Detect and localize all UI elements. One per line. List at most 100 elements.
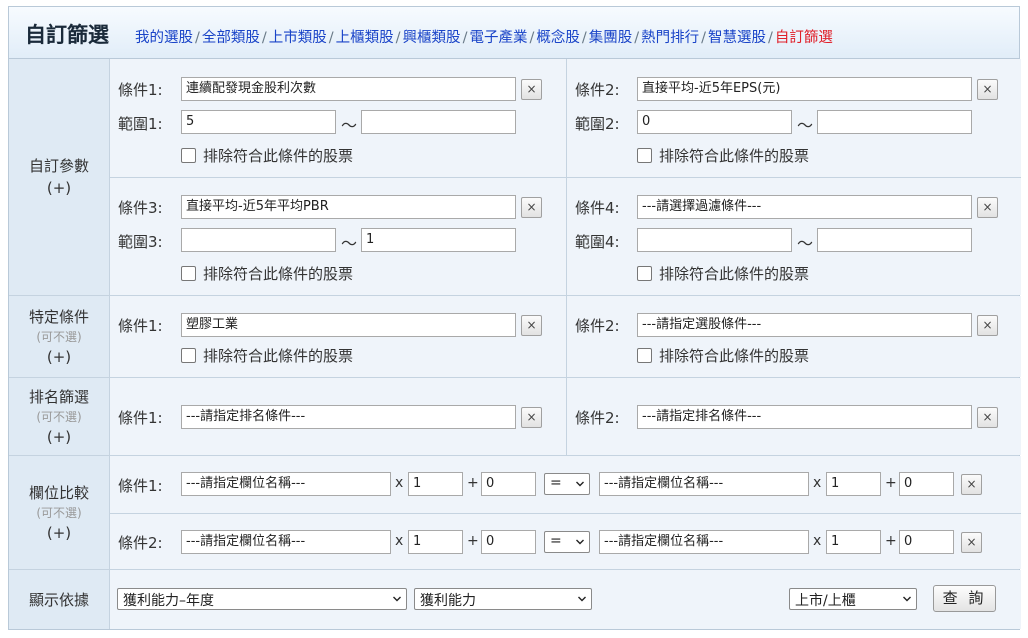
nav-custom-screener[interactable]: 自訂篩選 [775,30,833,46]
condition-select[interactable]: ---請指定選股條件--- [637,313,972,337]
chevron-down-icon [578,596,586,602]
page-title: 自訂篩選 [25,23,109,47]
exclude-label: 排除符合此條件的股票 [203,265,354,283]
nav-listed-sectors[interactable]: 上市類股 [269,30,327,46]
add-condition-button[interactable]: (+) [9,522,109,544]
range-max-input[interactable] [361,110,516,134]
range-separator: 〜 [797,116,814,135]
left-offset-input[interactable]: 0 [481,530,536,554]
nav-all-sectors[interactable]: 全部類股 [202,30,260,46]
right-multiplier-input[interactable]: 1 [826,472,881,496]
chevron-down-icon [903,596,911,602]
category-nav: 我的選股 / 全部類股 / 上市類股 / 上櫃類股 / 興櫃類股 / 電子產業 / 概念股 / 集團股 / 熱門… [135,26,833,47]
operator-value: = [550,533,562,549]
ranking-section: 排名篩選 (可不選) (+) 條件1: ---請指定排名條件--- × 條件2:… [9,378,1021,456]
clear-condition-button[interactable]: × [521,315,542,336]
nav-group-stocks[interactable]: 集團股 [589,30,633,46]
condition-label: 條件2: [575,81,620,99]
display-category-select[interactable]: 獲利能力–年度 [117,588,407,610]
rank-condition-2: 條件2: ---請指定排名條件--- × [566,378,1021,455]
add-condition-button[interactable]: (+) [9,346,109,368]
range-separator: 〜 [341,234,358,253]
condition-label: 條件1: [118,317,163,335]
range-min-input[interactable] [637,228,792,252]
nav-separator: / [462,30,468,46]
nav-smart-screener[interactable]: 智慧選股 [708,30,766,46]
left-field-select[interactable]: ---請指定欄位名稱--- [181,472,391,496]
range-min-input[interactable] [181,228,336,252]
condition-select[interactable]: 直接平均-近5年平均PBR [181,195,516,219]
add-condition-button[interactable]: (+) [9,426,109,448]
exclude-checkbox[interactable] [637,348,652,363]
nav-hot-ranking[interactable]: 熱門排行 [641,30,699,46]
condition-select[interactable]: ---請選擇過濾條件--- [637,195,972,219]
exclude-checkbox[interactable] [181,148,196,163]
rank-select[interactable]: ---請指定排名條件--- [181,405,516,429]
clear-condition-button[interactable]: × [977,197,998,218]
clear-condition-button[interactable]: × [521,197,542,218]
right-offset-input[interactable]: 0 [899,472,954,496]
clear-condition-button[interactable]: × [521,79,542,100]
condition-label: 條件3: [118,199,163,217]
add-condition-button[interactable]: (+) [9,177,109,199]
section-title: 特定條件 [28,307,89,326]
comparison-operator-select[interactable]: = [544,473,590,495]
nav-emerging-sectors[interactable]: 興櫃類股 [403,30,461,46]
nav-otc-sectors[interactable]: 上櫃類股 [336,30,394,46]
add-operator: + [885,533,897,549]
display-header: 顯示依據 [9,570,110,629]
specific-conditions-header: 特定條件 (可不選) (+) [9,296,110,377]
display-section: 顯示依據 獲利能力–年度 獲利能力 上市/上櫃 查 詢 [9,570,1021,629]
clear-condition-button[interactable]: × [977,407,998,428]
custom-condition-2: 條件2: 直接平均-近5年EPS(元) × 範圍2: 0 〜 排除符合此條件的股… [566,59,1021,177]
exclude-checkbox[interactable] [637,266,652,281]
right-field-select[interactable]: ---請指定欄位名稱--- [599,472,809,496]
range-max-input[interactable]: 1 [361,228,516,252]
comparison-operator-select[interactable]: = [544,531,590,553]
exclude-checkbox[interactable] [637,148,652,163]
condition-select[interactable]: 連續配發現金股利次數 [181,77,516,101]
left-multiplier-input[interactable]: 1 [408,472,463,496]
clear-condition-button[interactable]: × [961,474,982,495]
right-field-select[interactable]: ---請指定欄位名稱--- [599,530,809,554]
nav-separator: / [634,30,640,46]
exclude-checkbox[interactable] [181,266,196,281]
left-field-select[interactable]: ---請指定欄位名稱--- [181,530,391,554]
market-select[interactable]: 上市/上櫃 [789,588,917,610]
condition-select[interactable]: 直接平均-近5年EPS(元) [637,77,972,101]
range-max-input[interactable] [817,228,972,252]
nav-separator: / [395,30,401,46]
screener-panel: 自訂篩選 我的選股 / 全部類股 / 上市類股 / 上櫃類股 / 興櫃類股 / 電子產業 / 概念股 / 集… [8,6,1021,630]
condition-select[interactable]: 塑膠工業 [181,313,516,337]
right-multiplier-input[interactable]: 1 [826,530,881,554]
clear-condition-button[interactable]: × [977,315,998,336]
left-multiplier-input[interactable]: 1 [408,530,463,554]
field-compare-condition-1: 條件1: ---請指定欄位名稱--- x 1 + 0 = ---請指定欄位名稱-… [110,456,1021,513]
range-min-input[interactable]: 5 [181,110,336,134]
specific-condition-1: 條件1: 塑膠工業 × 排除符合此條件的股票 [110,296,566,377]
clear-condition-button[interactable]: × [977,79,998,100]
exclude-checkbox[interactable] [181,348,196,363]
nav-concept-stocks[interactable]: 概念股 [536,30,580,46]
range-label: 範圍1: [118,115,163,133]
rank-select[interactable]: ---請指定排名條件--- [637,405,972,429]
right-offset-input[interactable]: 0 [899,530,954,554]
range-max-input[interactable] [817,110,972,134]
section-title: 欄位比較 [28,483,89,502]
section-title: 排名篩選 [28,387,89,406]
range-separator: 〜 [797,234,814,253]
section-title: 顯示依據 [28,590,89,609]
clear-condition-button[interactable]: × [961,532,982,553]
nav-my-stocks[interactable]: 我的選股 [135,30,193,46]
clear-condition-button[interactable]: × [521,407,542,428]
display-subcategory-select[interactable]: 獲利能力 [414,588,592,610]
range-label: 範圍4: [575,233,620,251]
query-button[interactable]: 查 詢 [933,585,996,612]
market-value: 上市/上櫃 [795,593,856,609]
nav-electronics[interactable]: 電子產業 [469,30,527,46]
chevron-down-icon [576,539,584,545]
condition-label: 條件2: [575,317,620,335]
left-offset-input[interactable]: 0 [481,472,536,496]
range-min-input[interactable]: 0 [637,110,792,134]
add-operator: + [885,475,897,491]
